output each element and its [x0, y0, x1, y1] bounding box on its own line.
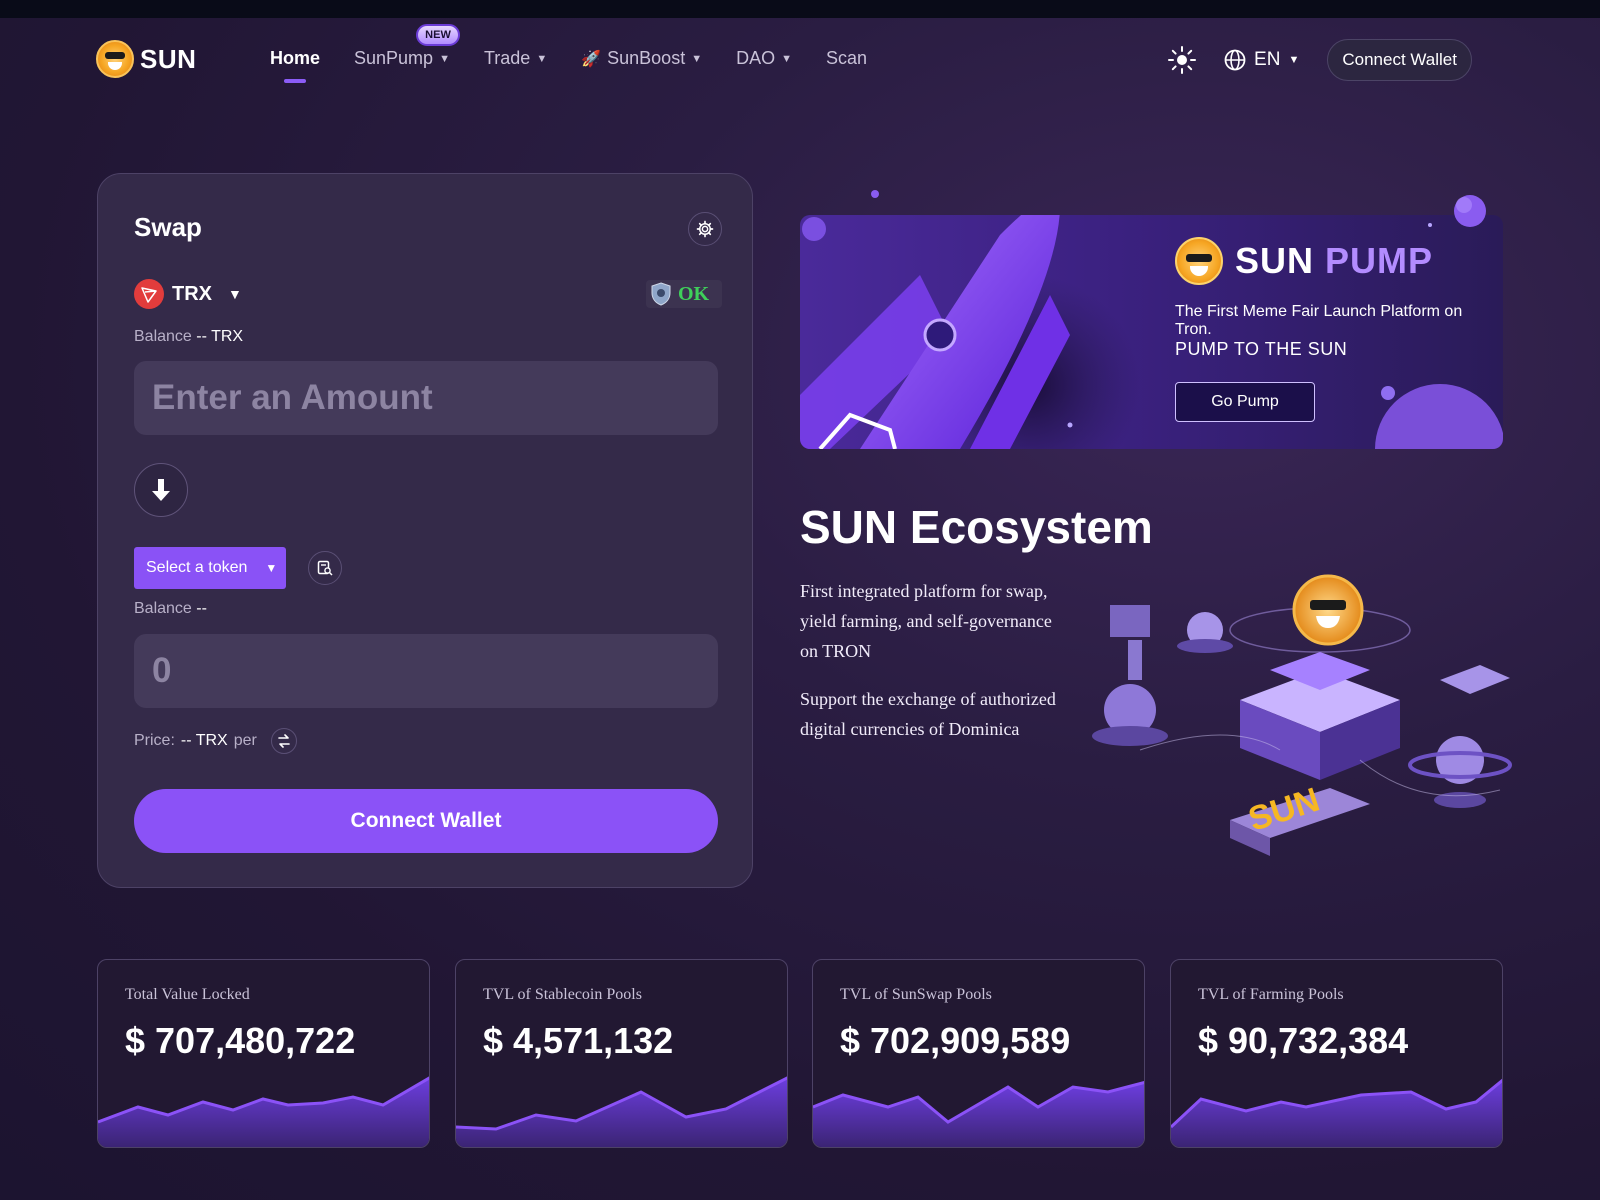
from-token-name: TRX [172, 282, 212, 305]
language-selector[interactable]: EN ▼ [1224, 49, 1299, 71]
arrow-down-icon [152, 479, 170, 501]
nav-right: EN ▼ Connect Wallet [1168, 39, 1472, 81]
stat-label: TVL of Stablecoin Pools [483, 986, 642, 1003]
nav-sunboost-label: SunBoost [607, 48, 686, 68]
from-amount-input[interactable] [134, 361, 718, 435]
stat-value: $ 4,571,132 [483, 1020, 674, 1061]
new-badge: NEW [416, 24, 461, 46]
swap-arrows-icon [278, 734, 290, 748]
nav-item-scan[interactable]: Scan [826, 48, 867, 69]
sunpump-banner[interactable]: SUN PUMP The First Meme Fair Launch Plat… [800, 190, 1503, 449]
nav-scan-label: Scan [826, 48, 868, 68]
sparkline-chart [456, 1076, 787, 1147]
chevron-down-icon: ▼ [439, 52, 450, 65]
ecosystem-illustration: SUN [1092, 574, 1512, 856]
ecosystem-description-2: Support the exchange of authorized digit… [800, 689, 1056, 739]
from-token-selector[interactable]: TRX ▼ [134, 279, 242, 309]
ecosystem-title: SUN Ecosystem [800, 501, 1153, 553]
settings-button[interactable] [688, 212, 722, 246]
price-row: Price: -- TRX per [134, 728, 297, 754]
chevron-down-icon: ▼ [536, 52, 548, 65]
switch-direction-button[interactable] [134, 463, 188, 517]
sun-logo[interactable]: SUN [96, 40, 196, 78]
connect-wallet-button[interactable]: Connect Wallet [134, 789, 718, 853]
ecosystem-description-1: First integrated platform for swap, yiel… [800, 581, 1052, 661]
connect-wallet-nav-button[interactable]: Connect Wallet [1327, 39, 1472, 81]
price-value: -- TRX [180, 732, 228, 749]
nav-dao-label: DAO [736, 48, 776, 68]
shield-icon [651, 282, 671, 306]
from-balance-label: Balance [134, 328, 192, 345]
gear-icon [696, 220, 714, 238]
sun-icon[interactable] [1168, 46, 1197, 74]
stat-card-farming-pools: TVL of Farming Pools $ 90,732,384 [1170, 959, 1503, 1148]
planet-decoration [1454, 195, 1486, 227]
nav-item-sunboost[interactable]: 🚀 SunBoost ▼ [581, 48, 702, 69]
select-token-label: Select a token [146, 559, 248, 576]
brand-word-pump: PUMP [1325, 240, 1434, 281]
brand-name: SUN [140, 43, 197, 74]
invert-price-button[interactable] [270, 728, 297, 754]
stat-value: $ 90,732,384 [1198, 1020, 1409, 1061]
trx-icon [134, 279, 164, 309]
nav-item-home[interactable]: Home [270, 48, 321, 83]
stat-card-total-value-locked: Total Value Locked $ 707,480,722 [97, 959, 430, 1148]
rocket-icon: 🚀 [581, 50, 602, 68]
sparkline-chart [813, 1080, 1144, 1147]
nav-trade-label: Trade [483, 48, 531, 68]
price-suffix: per [233, 732, 257, 749]
search-document-icon [317, 560, 333, 576]
main-menu: Home NEW SunPump ▼ Trade ▼ 🚀 SunBoost ▼ … [270, 24, 867, 83]
banner-tagline: PUMP TO THE SUN [1175, 339, 1348, 359]
stat-card-sunswap-pools: TVL of SunSwap Pools $ 702,909,589 [812, 959, 1145, 1148]
verified-status: OK [678, 282, 710, 305]
to-balance: Balance -- [134, 600, 207, 618]
sunpump-wordmark: SUN PUMP [1235, 240, 1433, 282]
stat-value: $ 702,909,589 [840, 1020, 1071, 1061]
from-balance: Balance -- TRX [134, 328, 243, 346]
caret-down-icon: ▼ [228, 286, 242, 302]
to-amount-field [134, 634, 718, 708]
nav-item-trade[interactable]: Trade ▼ [484, 48, 547, 69]
swap-title: Swap [134, 212, 202, 242]
to-amount-input[interactable] [134, 634, 718, 708]
sparkline-chart [1171, 1078, 1502, 1147]
chevron-down-icon: ▼ [691, 52, 703, 65]
sparkline-chart [98, 1076, 429, 1147]
go-pump-button[interactable]: Go Pump [1175, 382, 1315, 422]
star-decoration [871, 190, 879, 198]
brand-word-sun: SUN [1235, 240, 1315, 281]
language-label: EN [1254, 49, 1281, 70]
sunpump-coin-icon [1175, 237, 1223, 285]
top-strip [0, 0, 1600, 18]
select-token-button[interactable]: Select a token ▼ [134, 547, 286, 589]
token-search-button[interactable] [308, 551, 342, 585]
sun-coin-icon [96, 40, 134, 78]
price-label: Price: [134, 732, 175, 749]
from-balance-value: -- TRX [196, 328, 244, 345]
sunpump-brand: SUN PUMP [1175, 237, 1433, 285]
swap-card: Swap TRX ▼ OK Balance -- TRX Select a [97, 173, 753, 888]
top-navigation: SUN Home NEW SunPump ▼ Trade ▼ 🚀 SunBoos… [0, 18, 1600, 102]
banner-subtitle: The First Meme Fair Launch Platform on T… [1175, 303, 1463, 338]
stat-label: TVL of SunSwap Pools [840, 986, 992, 1003]
nav-sunpump-label: SunPump [354, 48, 434, 68]
stat-label: TVL of Farming Pools [1198, 986, 1344, 1003]
from-amount-field [134, 361, 718, 435]
stat-value: $ 707,480,722 [125, 1020, 356, 1061]
stat-card-stablecoin-pools: TVL of Stablecoin Pools $ 4,571,132 [455, 959, 788, 1148]
stat-label: Total Value Locked [125, 986, 250, 1003]
globe-icon [1224, 49, 1246, 71]
to-balance-label: Balance [134, 600, 192, 617]
to-balance-value: -- [196, 600, 207, 617]
verified-badge: OK [646, 280, 722, 308]
chevron-down-icon: ▼ [781, 52, 792, 65]
chevron-down-icon: ▼ [1288, 54, 1300, 66]
caret-down-icon: ▼ [265, 561, 278, 575]
nav-item-sunpump[interactable]: NEW SunPump ▼ [354, 24, 461, 69]
nav-home-label: Home [270, 48, 321, 68]
nav-item-dao[interactable]: DAO ▼ [736, 48, 792, 69]
